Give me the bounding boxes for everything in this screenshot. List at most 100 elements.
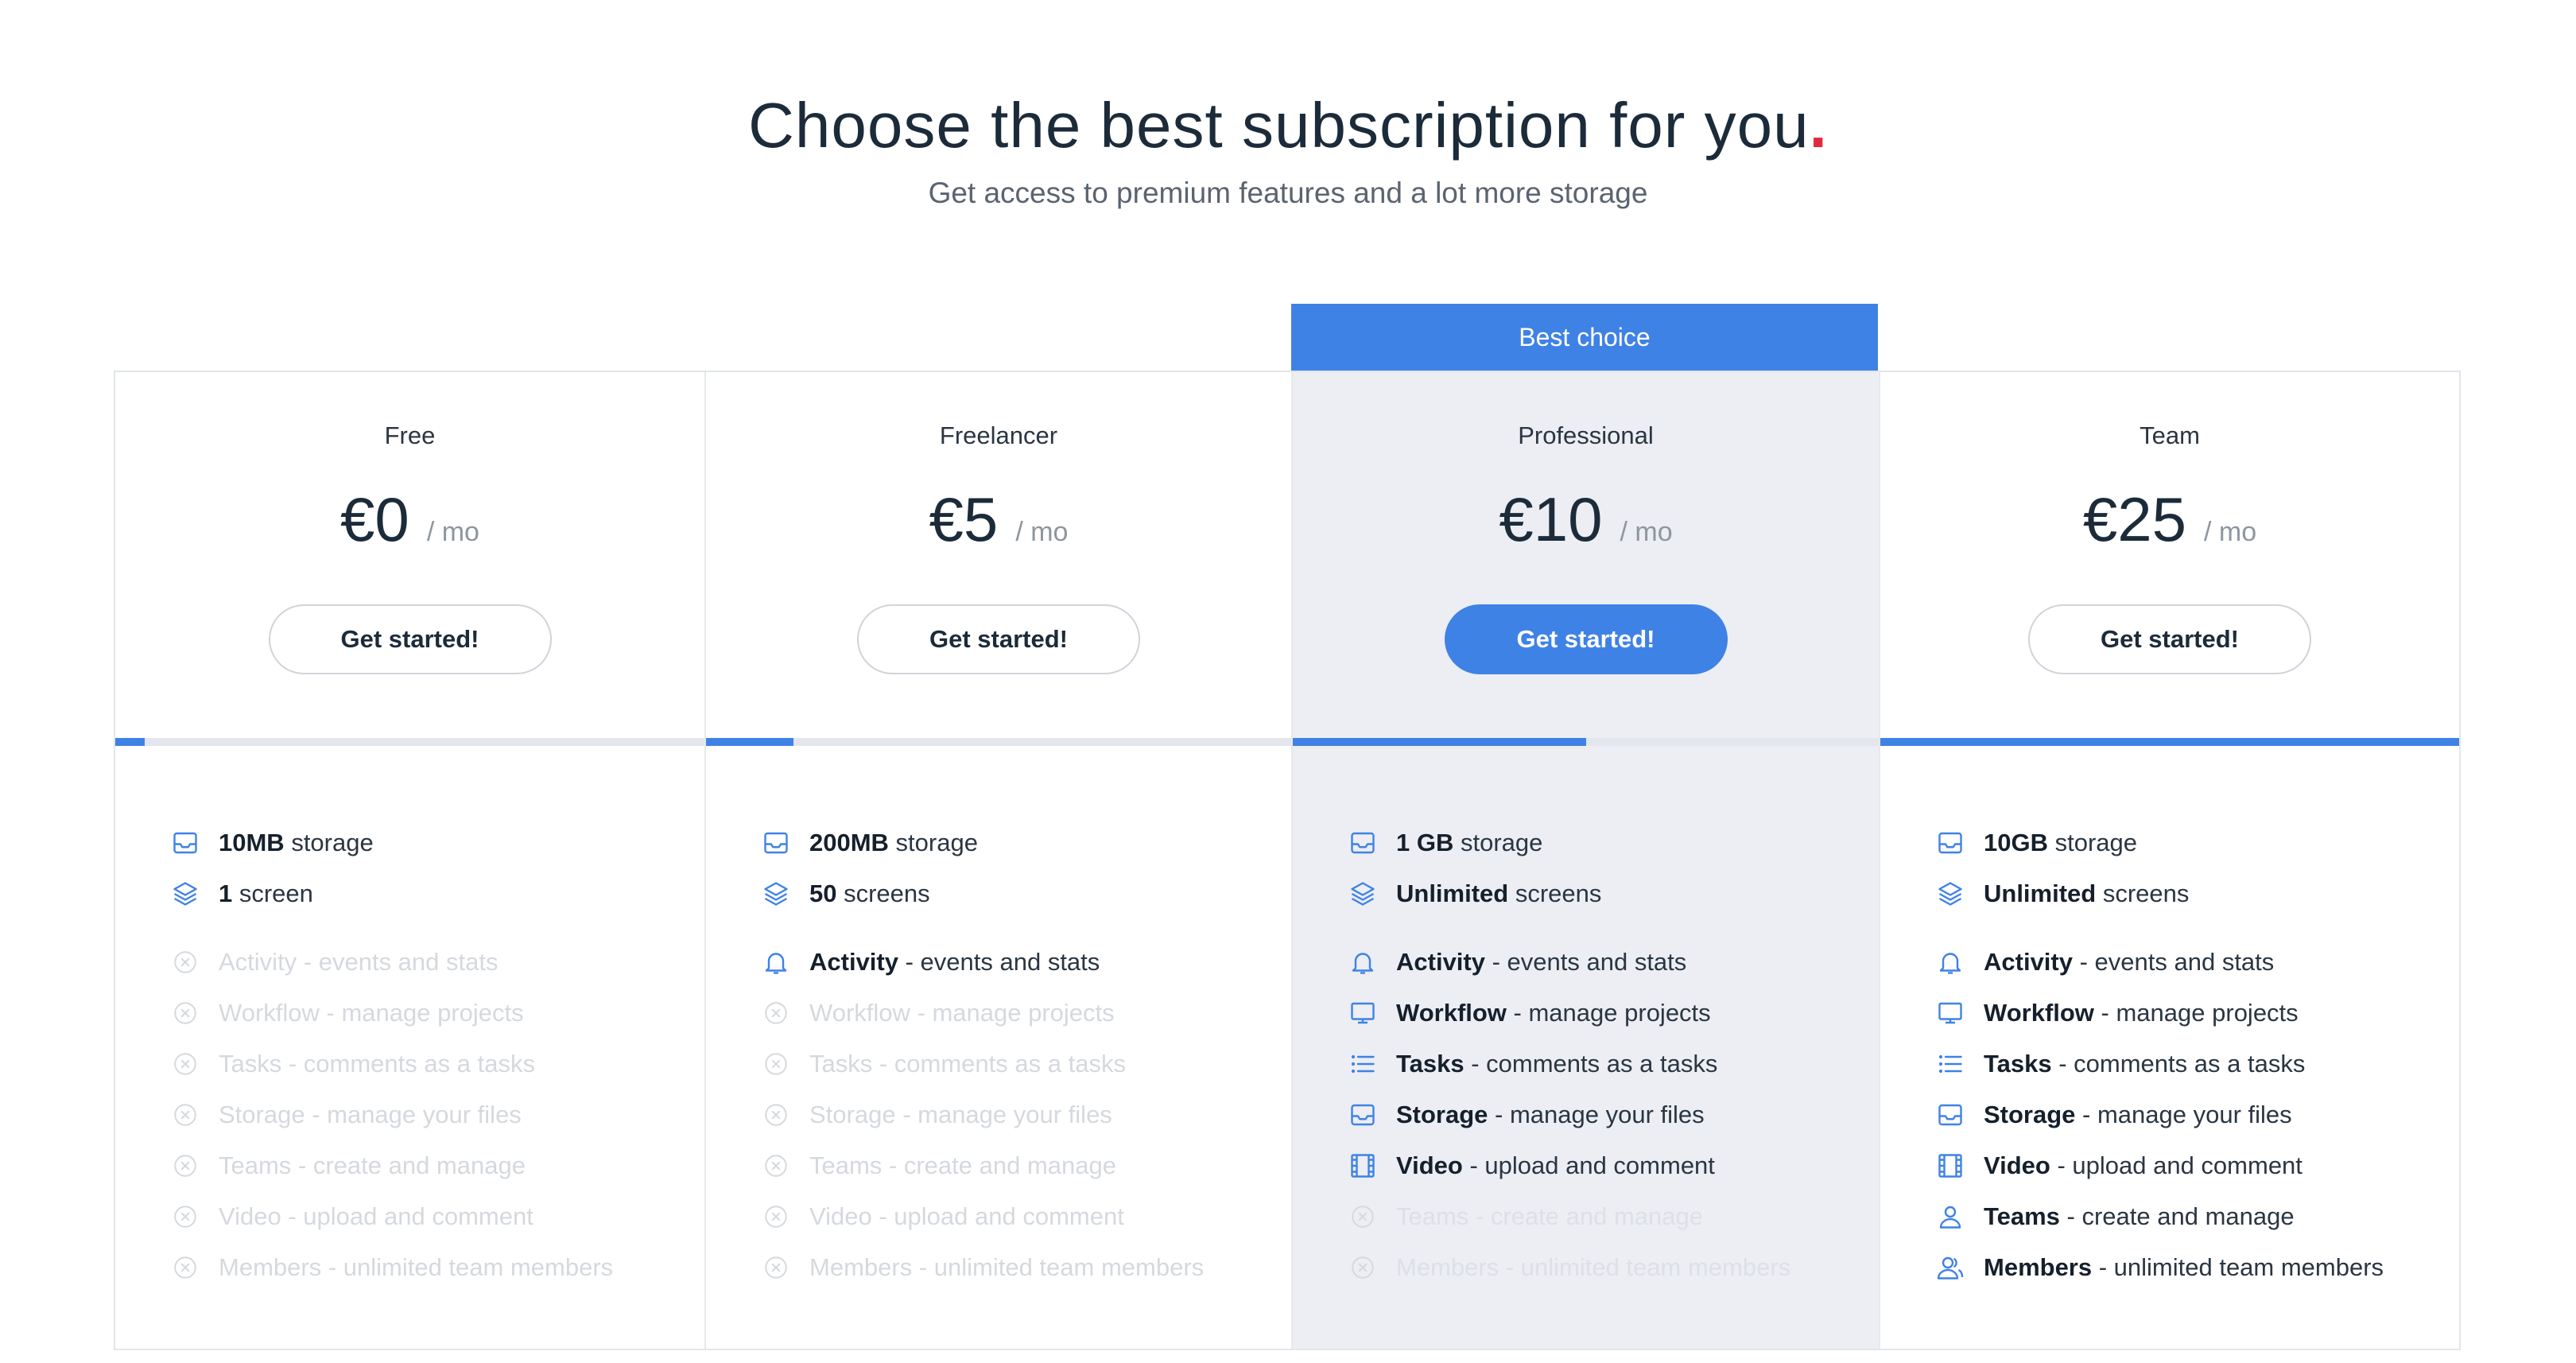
feature-description: - create and manage xyxy=(1468,1202,1703,1230)
feature-list: 200MB storage 50 screens Activity - events… xyxy=(760,817,1275,1293)
feature-name: 1 GB xyxy=(1396,829,1454,856)
plan-usage-bar-fill xyxy=(1293,738,1586,746)
x-circle-icon xyxy=(760,1201,792,1233)
feature-name: Teams xyxy=(1984,1202,2060,1230)
feature-description: storage xyxy=(2047,829,2137,856)
feature-description: - upload and comment xyxy=(1462,1151,1715,1179)
feature-item: Members - unlimited team members xyxy=(1934,1242,2443,1293)
users-icon xyxy=(1934,1252,1966,1283)
list-icon xyxy=(1934,1048,1966,1080)
x-circle-icon xyxy=(169,1048,201,1080)
feature-item: Teams - create and manage xyxy=(169,1140,689,1191)
feature-description: - comments as a tasks xyxy=(1464,1050,1718,1078)
feature-item: Workflow - manage projects xyxy=(1934,988,2443,1039)
feature-description: - events and stats xyxy=(2072,948,2275,976)
feature-item: Tasks - comments as a tasks xyxy=(169,1039,689,1089)
title-dot: . xyxy=(1809,90,1828,161)
feature-name: Activity xyxy=(809,948,898,976)
feature-item: Unlimited screens xyxy=(1347,868,1863,919)
feature-item: Unlimited screens xyxy=(1934,868,2443,919)
feature-item: 10MB storage xyxy=(169,817,689,868)
get-started-button[interactable]: Get started! xyxy=(2028,604,2311,674)
pricing-grid: Free €0/ mo Get started! 10MB storage 1 scre… xyxy=(114,371,2461,1350)
feature-name: Members xyxy=(1984,1253,2093,1281)
feature-item: Members - unlimited team members xyxy=(760,1242,1275,1293)
feature-name: Teams xyxy=(219,1151,292,1179)
feature-item: Workflow - manage projects xyxy=(760,988,1275,1039)
feature-item: 50 screens xyxy=(760,868,1275,919)
feature-name: Members xyxy=(809,1253,913,1281)
plan-usage-bar xyxy=(706,738,1291,746)
feature-description: - unlimited team members xyxy=(912,1253,1205,1281)
plan-usage-bar xyxy=(115,738,704,746)
feature-item: 1 screen xyxy=(169,868,689,919)
plan-name: Freelancer xyxy=(939,421,1058,449)
layers-icon xyxy=(1934,878,1966,910)
feature-description: - events and stats xyxy=(1484,948,1687,976)
feature-item: Storage - manage your files xyxy=(1934,1089,2443,1140)
x-circle-icon xyxy=(169,946,201,978)
feature-name: Activity xyxy=(219,948,297,976)
feature-name: Members xyxy=(1396,1253,1499,1281)
feature-name: Tasks xyxy=(1984,1050,2052,1078)
feature-item: Video - upload and comment xyxy=(760,1191,1275,1242)
user-icon xyxy=(1934,1201,1966,1233)
x-circle-icon xyxy=(760,1099,792,1131)
inbox-icon xyxy=(1934,1099,1966,1131)
feature-description: - upload and comment xyxy=(281,1202,533,1230)
plan-card-team: Team €25/ mo Get started! 10GB storage Unlim… xyxy=(1879,372,2459,1349)
x-circle-icon xyxy=(760,997,792,1029)
feature-description: - create and manage xyxy=(882,1151,1116,1179)
plan-price: €0 / mo xyxy=(115,483,704,556)
feature-item: Teams - create and manage xyxy=(1934,1191,2443,1242)
film-icon xyxy=(1347,1150,1379,1182)
feature-description: - unlimited team members xyxy=(1499,1253,1791,1281)
feature-name: Members xyxy=(219,1253,322,1281)
page-title: Choose the best subscription for you. xyxy=(0,86,2576,165)
get-started-button[interactable]: Get started! xyxy=(268,604,552,674)
feature-list: 1 GB storage Unlimited screens Activity - … xyxy=(1347,817,1863,1293)
feature-description: - events and stats xyxy=(297,948,499,976)
feature-item: Activity - events and stats xyxy=(1347,937,1863,988)
price-amount: €0 xyxy=(340,484,409,554)
x-circle-icon xyxy=(760,1252,792,1283)
feature-description: - manage projects xyxy=(2093,999,2299,1027)
feature-description: - unlimited team members xyxy=(321,1253,614,1281)
price-period: / mo xyxy=(1620,517,1673,547)
feature-description: screens xyxy=(836,880,930,907)
price-period: / mo xyxy=(1015,517,1069,547)
feature-description: storage xyxy=(888,829,978,856)
feature-description: storage xyxy=(1453,829,1543,856)
feature-name: Video xyxy=(809,1202,872,1230)
feature-item: Workflow - manage projects xyxy=(1347,988,1863,1039)
feature-description: - manage your files xyxy=(1488,1101,1705,1128)
feature-name: Unlimited xyxy=(1984,880,2097,907)
film-icon xyxy=(1934,1150,1966,1182)
feature-name: Storage xyxy=(1396,1101,1488,1128)
feature-description: - events and stats xyxy=(898,948,1100,976)
feature-item: Workflow - manage projects xyxy=(169,988,689,1039)
page-subtitle: Get access to premium features and a lot… xyxy=(928,177,1648,209)
plan-name: Professional xyxy=(1518,421,1654,449)
feature-description: - create and manage xyxy=(2059,1202,2295,1230)
get-started-button[interactable]: Get started! xyxy=(1444,604,1728,674)
feature-item: Activity - events and stats xyxy=(1934,937,2443,988)
x-circle-icon xyxy=(760,1150,792,1182)
feature-item: Teams - create and manage xyxy=(760,1140,1275,1191)
feature-description: screen xyxy=(232,880,313,907)
price-amount: €5 xyxy=(929,484,999,554)
feature-item: Teams - create and manage xyxy=(1347,1191,1863,1242)
feature-name: 10GB xyxy=(1984,829,2048,856)
feature-description: storage xyxy=(284,829,374,856)
plan-name: Team xyxy=(2140,421,2200,449)
feature-name: Video xyxy=(1396,1151,1463,1179)
get-started-button[interactable]: Get started! xyxy=(857,604,1140,674)
price-amount: €10 xyxy=(1499,484,1603,554)
plan-usage-bar xyxy=(1293,738,1879,746)
inbox-icon xyxy=(169,827,201,859)
feature-name: Storage xyxy=(219,1101,305,1128)
feature-description: - comments as a tasks xyxy=(2051,1050,2306,1078)
price-period: / mo xyxy=(2204,517,2257,547)
feature-name: Unlimited xyxy=(1396,880,1509,907)
feature-description: screens xyxy=(1508,880,1602,907)
